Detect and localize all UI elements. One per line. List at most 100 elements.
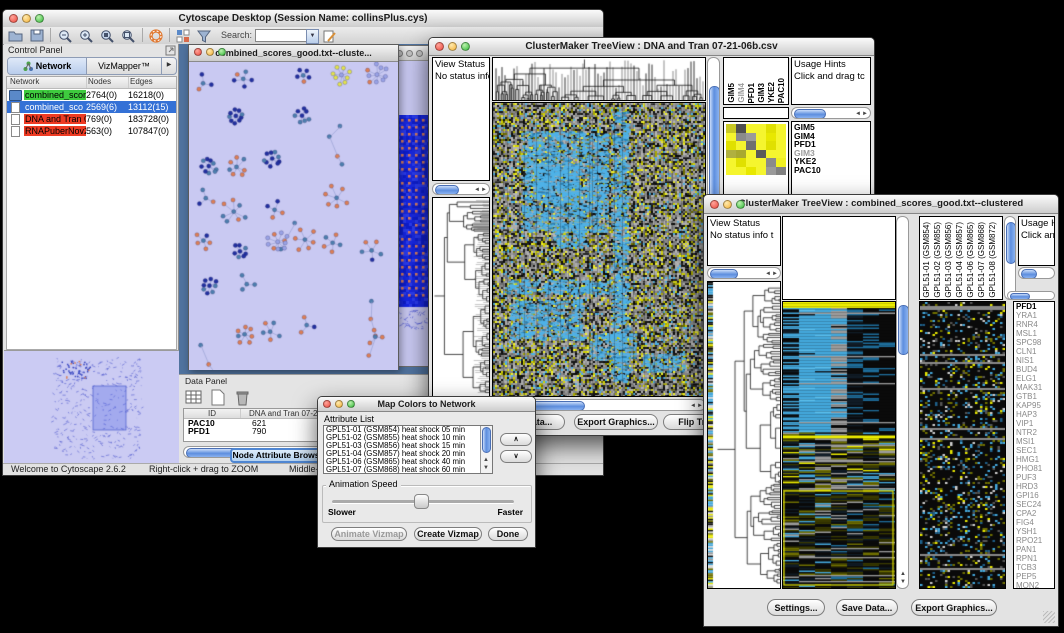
minimize-button[interactable] [335, 400, 343, 408]
close-button[interactable] [710, 200, 719, 209]
gene-list-item[interactable]: TCB3 [1016, 563, 1054, 572]
col-edges[interactable]: Edges [129, 77, 176, 88]
gene-list-item[interactable]: MAK31 [1016, 383, 1054, 392]
network-list-row[interactable]: combined_sco2569(6)13112(15) [7, 101, 176, 113]
gene-list-item[interactable]: ELG1 [1016, 374, 1054, 383]
tab-vizmapper[interactable]: VizMapper™ [87, 58, 161, 74]
gene-list-item[interactable]: PAN1 [1016, 545, 1054, 554]
gene-list-item[interactable]: MON2 [1016, 581, 1054, 589]
matrix-cell[interactable] [726, 158, 736, 167]
help-lifesaver-icon[interactable] [149, 29, 163, 43]
matrix-cell[interactable] [756, 133, 766, 142]
scroll-thumb[interactable] [1010, 293, 1030, 300]
matrix-cell[interactable] [736, 133, 746, 142]
zoom-window-button[interactable] [218, 48, 226, 56]
network-list-row[interactable]: combined_scores2764(0)16218(0) [7, 89, 176, 101]
matrix-cell[interactable] [776, 141, 786, 150]
matrix-cell[interactable] [756, 150, 766, 159]
matrix-cell[interactable] [756, 141, 766, 150]
matrix-cell[interactable] [736, 124, 746, 133]
save-floppy-icon[interactable] [30, 29, 44, 42]
gene-list-item[interactable]: GTB1 [1016, 392, 1054, 401]
network-list-row[interactable]: RNAPuberNov2+563(0)107847(0) [7, 125, 176, 137]
annotation-icon[interactable] [323, 29, 337, 43]
summary-heatmap-canvas[interactable] [920, 302, 1005, 588]
tv1-usage-hscrollbar[interactable]: ◄ ► [791, 107, 871, 119]
tv2-labels-vscrollbar[interactable] [1004, 216, 1016, 300]
scroll-right-arrow[interactable]: ► [481, 186, 487, 194]
attribute-list-item[interactable]: GPL51-03 (GSM856) heat shock 15 min [326, 442, 480, 450]
move-down-button[interactable]: ∨ [500, 450, 532, 463]
matrix-cell[interactable] [776, 158, 786, 167]
close-button[interactable] [323, 400, 331, 408]
gene-list-item[interactable]: RPN1 [1016, 554, 1054, 563]
gene-list-item[interactable]: SEC24 [1016, 500, 1054, 509]
zoom-window-button[interactable] [347, 400, 355, 408]
network-view-titlebar[interactable]: combined_scores_good.txt--cluste... [189, 45, 398, 62]
col-nodes[interactable]: Nodes [87, 77, 129, 88]
zoom-fit-icon[interactable] [121, 29, 136, 43]
export-graphics-button[interactable]: Export Graphics... [574, 414, 658, 430]
gene-list-item[interactable]: RPO21 [1016, 536, 1054, 545]
matrix-cell[interactable] [746, 150, 756, 159]
tv2-usage-hscrollbar[interactable] [1018, 267, 1055, 279]
scroll-thumb[interactable] [435, 185, 459, 195]
matrix-cell[interactable] [736, 141, 746, 150]
gene-list-item[interactable]: FIG4 [1016, 518, 1054, 527]
attribute-list-item[interactable]: GPL51-01 (GSM854) heat shock 05 min [326, 426, 480, 434]
filter-funnel-icon[interactable] [197, 29, 211, 43]
scroll-left-arrow[interactable]: ◄ [765, 270, 771, 278]
gene-list-item[interactable]: MSI1 [1016, 437, 1054, 446]
matrix-cell[interactable] [746, 124, 756, 133]
correlation-matrix[interactable] [726, 124, 786, 175]
speed-slider-thumb[interactable] [414, 494, 429, 509]
matrix-cell[interactable] [726, 124, 736, 133]
dialog-titlebar[interactable]: Map Colors to Network [318, 397, 535, 412]
gene-list-item[interactable]: YSH1 [1016, 527, 1054, 536]
matrix-cell[interactable] [726, 133, 736, 142]
matrix-cell[interactable] [776, 133, 786, 142]
gene-list-item[interactable]: VIP1 [1016, 419, 1054, 428]
export-graphics-button[interactable]: Export Graphics... [911, 599, 997, 616]
minimize-button[interactable] [723, 200, 732, 209]
search-input[interactable] [255, 29, 309, 42]
network-graph-canvas[interactable] [189, 62, 398, 370]
gene-list-item[interactable]: SEC1 [1016, 446, 1054, 455]
matrix-cell[interactable] [776, 167, 786, 176]
gene-list-item[interactable]: HAP3 [1016, 410, 1054, 419]
gene-list-item[interactable]: YRA1 [1016, 311, 1054, 320]
tv2-status-hscrollbar[interactable]: ◄ ► [707, 267, 781, 279]
matrix-cell[interactable] [776, 150, 786, 159]
matrix-cell[interactable] [736, 150, 746, 159]
scroll-thumb[interactable] [1021, 269, 1037, 279]
scroll-left-arrow[interactable]: ◄ [690, 402, 696, 410]
matrix-cell[interactable] [776, 124, 786, 133]
heatmap-canvas[interactable] [493, 103, 705, 396]
matrix-cell[interactable] [766, 124, 776, 133]
treeview1-titlebar[interactable]: ClusterMaker TreeView : DNA and Tran 07-… [429, 38, 874, 56]
gene-list-item[interactable]: PHO81 [1016, 464, 1054, 473]
scroll-up-arrow[interactable]: ▲ [900, 570, 906, 578]
matrix-cell[interactable] [766, 141, 776, 150]
matrix-cell[interactable] [756, 167, 766, 176]
gene-list-item[interactable]: HRD3 [1016, 482, 1054, 491]
column-dendrogram-canvas[interactable] [493, 58, 705, 100]
col-id[interactable]: ID [184, 409, 241, 418]
gene-list-item[interactable]: CLN1 [1016, 347, 1054, 356]
tv2-genes-hscrollbar[interactable] [1007, 291, 1055, 300]
gene-list-item[interactable]: GPI16 [1016, 491, 1054, 500]
create-vizmap-button[interactable]: Create Vizmap [414, 527, 482, 541]
scroll-down-arrow[interactable]: ▼ [483, 464, 489, 472]
resize-grip[interactable] [1043, 611, 1055, 623]
scroll-up-arrow[interactable]: ▲ [483, 456, 489, 464]
scroll-left-arrow[interactable]: ◄ [855, 110, 861, 118]
settings-button[interactable]: Settings... [767, 599, 825, 616]
gene-list-item[interactable]: CPA2 [1016, 509, 1054, 518]
scroll-thumb[interactable] [482, 427, 491, 453]
scroll-right-arrow[interactable]: ► [772, 270, 778, 278]
scroll-thumb[interactable] [794, 109, 826, 119]
matrix-cell[interactable] [726, 141, 736, 150]
matrix-cell[interactable] [726, 150, 736, 159]
scroll-thumb[interactable] [898, 305, 909, 355]
matrix-cell[interactable] [736, 158, 746, 167]
